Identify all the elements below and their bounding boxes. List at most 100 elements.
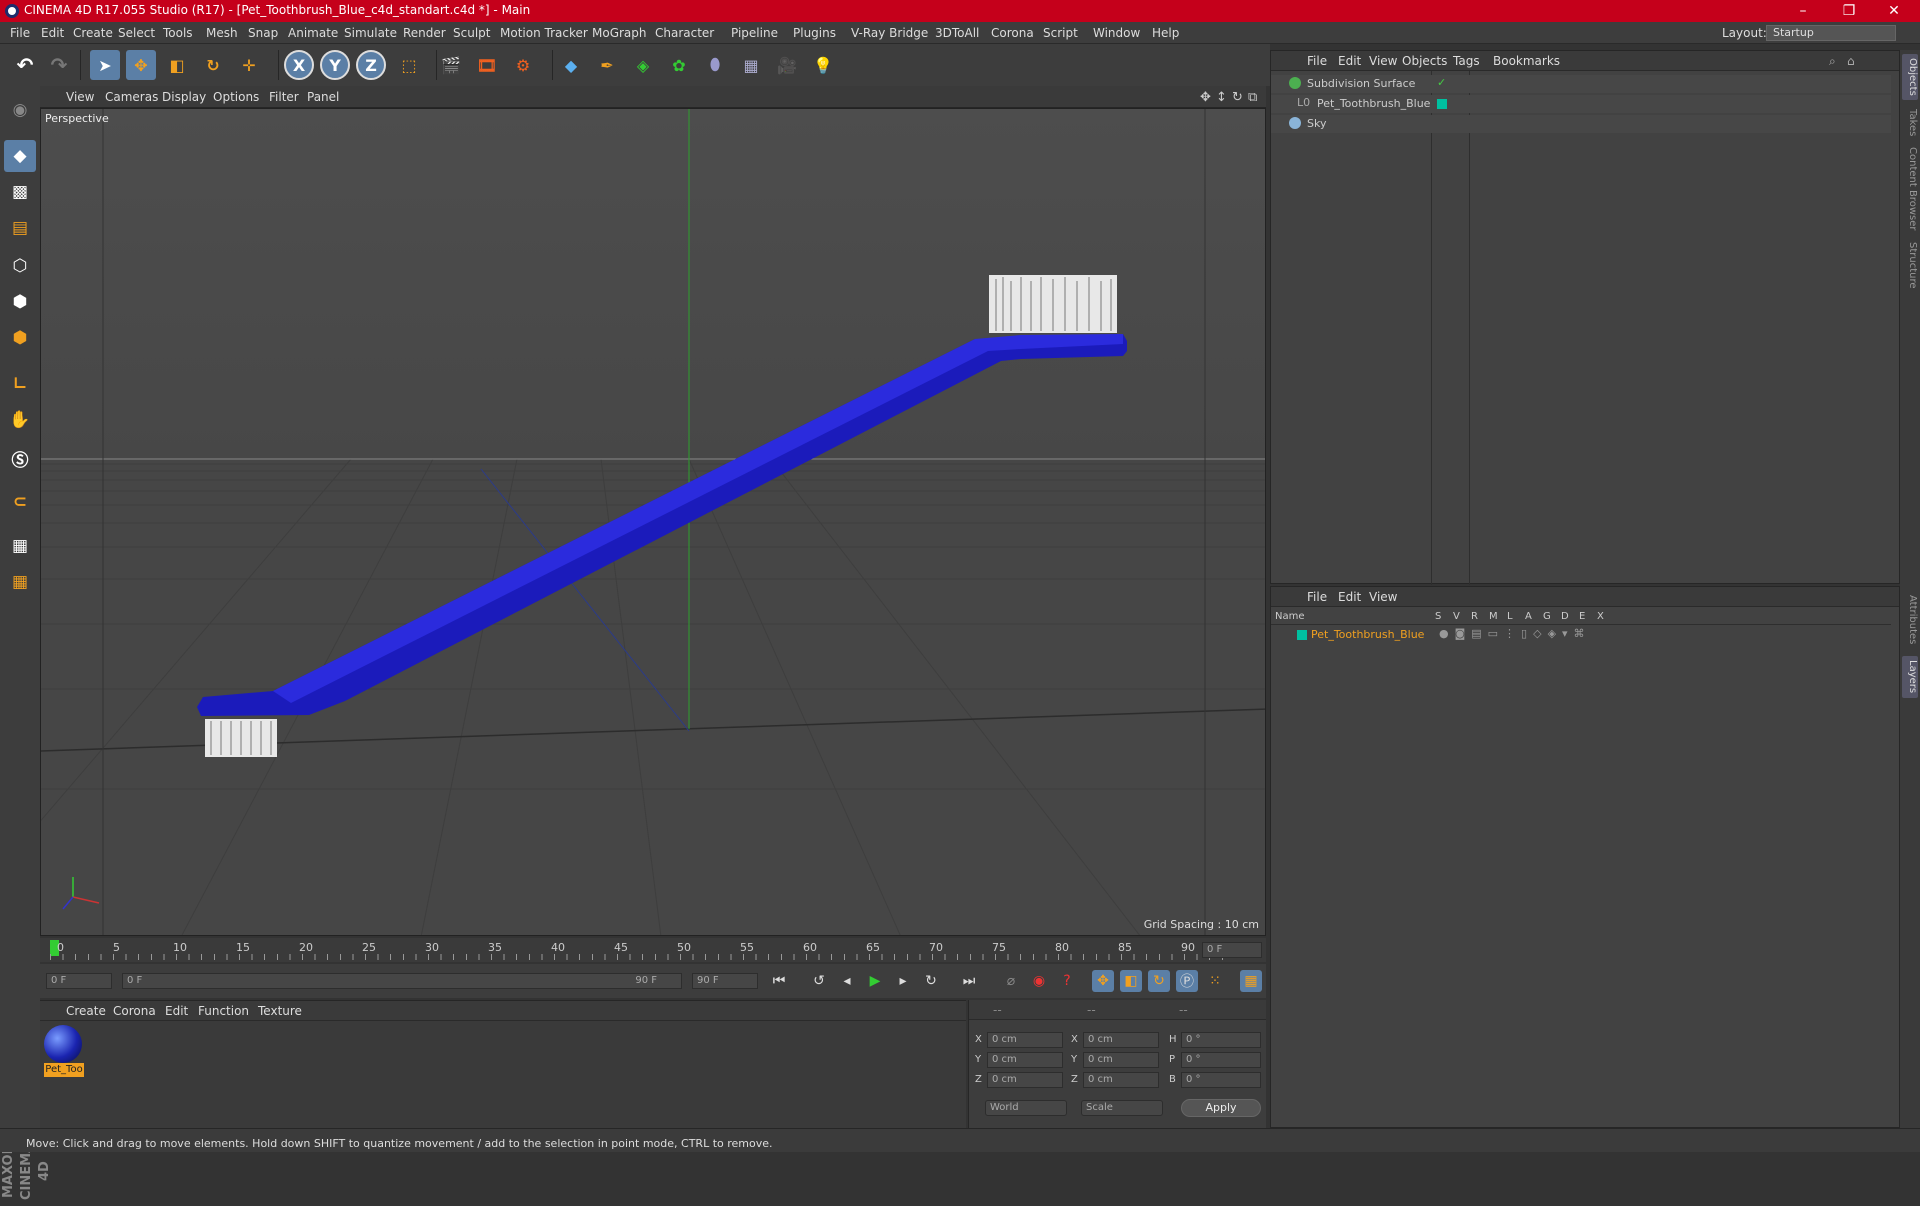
- key-pla-icon[interactable]: ⁙: [1204, 970, 1226, 992]
- x-axis-lock-button[interactable]: X: [284, 50, 314, 80]
- deformer-icon[interactable]: ⬮: [700, 50, 730, 80]
- position-x-field[interactable]: 0 cm: [987, 1032, 1063, 1048]
- viewport-menu-cameras[interactable]: Cameras: [105, 90, 158, 104]
- home-icon[interactable]: ⌂: [1847, 54, 1855, 68]
- menu-motion-tracker[interactable]: Motion Tracker: [500, 26, 588, 40]
- size-z-field[interactable]: 0 cm: [1083, 1072, 1159, 1088]
- menu-select[interactable]: Select: [118, 26, 155, 40]
- material-menu-edit[interactable]: Edit: [165, 1004, 188, 1018]
- menu-vray-bridge[interactable]: V-Ray Bridge: [851, 26, 928, 40]
- make-editable-icon[interactable]: ◉: [4, 94, 36, 126]
- autokeying-icon[interactable]: ?: [1056, 970, 1078, 992]
- size-x-field[interactable]: 0 cm: [1083, 1032, 1159, 1048]
- perspective-viewport[interactable]: Perspective Grid Spacing : 10 cm: [40, 108, 1266, 936]
- minimize-button[interactable]: –: [1783, 1, 1823, 21]
- object-row[interactable]: Subdivision Surface ✓: [1271, 75, 1891, 93]
- menu-pipeline[interactable]: Pipeline: [731, 26, 778, 40]
- solo-mode-icon[interactable]: Ⓢ: [4, 442, 36, 474]
- previous-key-icon[interactable]: ↺: [808, 970, 830, 992]
- menu-character[interactable]: Character: [655, 26, 714, 40]
- texture-mode-icon[interactable]: ▩: [4, 176, 36, 208]
- polygon-mode-icon[interactable]: ⬢: [4, 322, 36, 354]
- rotation-p-field[interactable]: 0 °: [1181, 1052, 1261, 1068]
- layer-color-swatch[interactable]: [1297, 630, 1307, 640]
- render-view-icon[interactable]: 🎬: [436, 50, 466, 80]
- record-keys-icon[interactable]: ◉: [1028, 970, 1050, 992]
- current-frame-field[interactable]: 0 F: [1202, 942, 1262, 958]
- material-menu-create[interactable]: Create: [66, 1004, 106, 1018]
- menu-create[interactable]: Create: [73, 26, 113, 40]
- floor-environment-icon[interactable]: ▦: [736, 50, 766, 80]
- end-frame-field[interactable]: 90 F: [692, 973, 758, 989]
- objects-menu-edit[interactable]: Edit: [1338, 54, 1361, 68]
- viewport-nav-move-icon[interactable]: ✥: [1200, 90, 1211, 105]
- search-icon[interactable]: ⌕: [1829, 54, 1836, 69]
- undo-icon[interactable]: ↶: [10, 50, 40, 80]
- size-mode-dropdown[interactable]: Scale: [1081, 1100, 1163, 1116]
- menu-animate[interactable]: Animate: [288, 26, 338, 40]
- menu-plugins[interactable]: Plugins: [793, 26, 836, 40]
- mograph-cloner-icon[interactable]: ✿: [664, 50, 694, 80]
- edge-mode-icon[interactable]: ⬢: [4, 286, 36, 318]
- menu-3dtoall[interactable]: 3DToAll: [935, 26, 979, 40]
- object-row[interactable]: L0 Pet_Toothbrush_Blue: [1271, 95, 1891, 113]
- objects-menu-file[interactable]: File: [1307, 54, 1327, 68]
- layers-menu-file[interactable]: File: [1307, 590, 1327, 604]
- rotation-h-field[interactable]: 0 °: [1181, 1032, 1261, 1048]
- subdivision-surface-icon[interactable]: ◈: [628, 50, 658, 80]
- tab-objects[interactable]: Objects: [1902, 54, 1918, 100]
- menu-tools[interactable]: Tools: [163, 26, 193, 40]
- render-picture-viewer-icon[interactable]: 🎞: [472, 50, 502, 80]
- menu-render[interactable]: Render: [403, 26, 446, 40]
- layer-flag-icons[interactable]: ●◙▤▭⋮▯◇◈▾⌘: [1439, 627, 1591, 640]
- go-to-start-icon[interactable]: ⏮: [768, 970, 790, 992]
- tab-content-browser[interactable]: Content Browser: [1902, 146, 1918, 232]
- key-position-icon[interactable]: ✥: [1092, 970, 1114, 992]
- key-scale-icon[interactable]: ◧: [1120, 970, 1142, 992]
- play-icon[interactable]: ▶: [864, 970, 886, 992]
- objects-menu-view[interactable]: View: [1369, 54, 1397, 68]
- viewport-menu-filter[interactable]: Filter: [269, 90, 299, 104]
- cube-primitive-icon[interactable]: ◆: [556, 50, 586, 80]
- keyframe-selection-icon[interactable]: ⌀: [1000, 970, 1022, 992]
- axis-mode-icon[interactable]: ∟: [4, 368, 36, 400]
- viewport-nav-rotate-icon[interactable]: ↻: [1232, 90, 1243, 105]
- key-rotation-icon[interactable]: ↻: [1148, 970, 1170, 992]
- timeline-window-icon[interactable]: ▦: [1240, 970, 1262, 992]
- material-menu-texture[interactable]: Texture: [258, 1004, 302, 1018]
- tab-structure[interactable]: Structure: [1902, 238, 1918, 292]
- scale-tool-icon[interactable]: ◧: [162, 50, 192, 80]
- menu-corona[interactable]: Corona: [991, 26, 1034, 40]
- select-cursor-icon[interactable]: ➤: [90, 50, 120, 80]
- y-axis-lock-button[interactable]: Y: [320, 50, 350, 80]
- menu-snap[interactable]: Snap: [248, 26, 278, 40]
- z-axis-lock-button[interactable]: Z: [356, 50, 386, 80]
- objects-menu-bookmarks[interactable]: Bookmarks: [1493, 54, 1560, 68]
- menu-help[interactable]: Help: [1152, 26, 1179, 40]
- menu-simulate[interactable]: Simulate: [344, 26, 397, 40]
- frame-range-slider[interactable]: 0 F 90 F: [122, 973, 682, 989]
- layers-menu-view[interactable]: View: [1369, 590, 1397, 604]
- workplane-lock-icon[interactable]: ▦: [4, 530, 36, 562]
- objects-menu-objects[interactable]: Objects: [1402, 54, 1447, 68]
- render-settings-icon[interactable]: ⚙: [508, 50, 538, 80]
- size-y-field[interactable]: 0 cm: [1083, 1052, 1159, 1068]
- menu-script[interactable]: Script: [1043, 26, 1078, 40]
- viewport-menu-display[interactable]: Display: [162, 90, 206, 104]
- menu-window[interactable]: Window: [1093, 26, 1140, 40]
- menu-file[interactable]: File: [10, 26, 30, 40]
- redo-icon[interactable]: ↷: [44, 50, 74, 80]
- viewport-menu-view[interactable]: View: [66, 90, 94, 104]
- key-parameter-icon[interactable]: Ⓟ: [1176, 970, 1198, 992]
- position-y-field[interactable]: 0 cm: [987, 1052, 1063, 1068]
- point-mode-icon[interactable]: ⬡: [4, 250, 36, 282]
- menu-edit[interactable]: Edit: [41, 26, 64, 40]
- next-key-icon[interactable]: ↻: [920, 970, 942, 992]
- model-mode-icon[interactable]: ◆: [4, 140, 36, 172]
- enabled-check-icon[interactable]: ✓: [1437, 76, 1446, 89]
- coordinate-system-icon[interactable]: ⬚: [394, 50, 424, 80]
- restore-button[interactable]: ❐: [1829, 1, 1869, 21]
- material-menu-corona[interactable]: Corona: [113, 1004, 156, 1018]
- previous-frame-icon[interactable]: ◂: [836, 970, 858, 992]
- material-menu-function[interactable]: Function: [198, 1004, 249, 1018]
